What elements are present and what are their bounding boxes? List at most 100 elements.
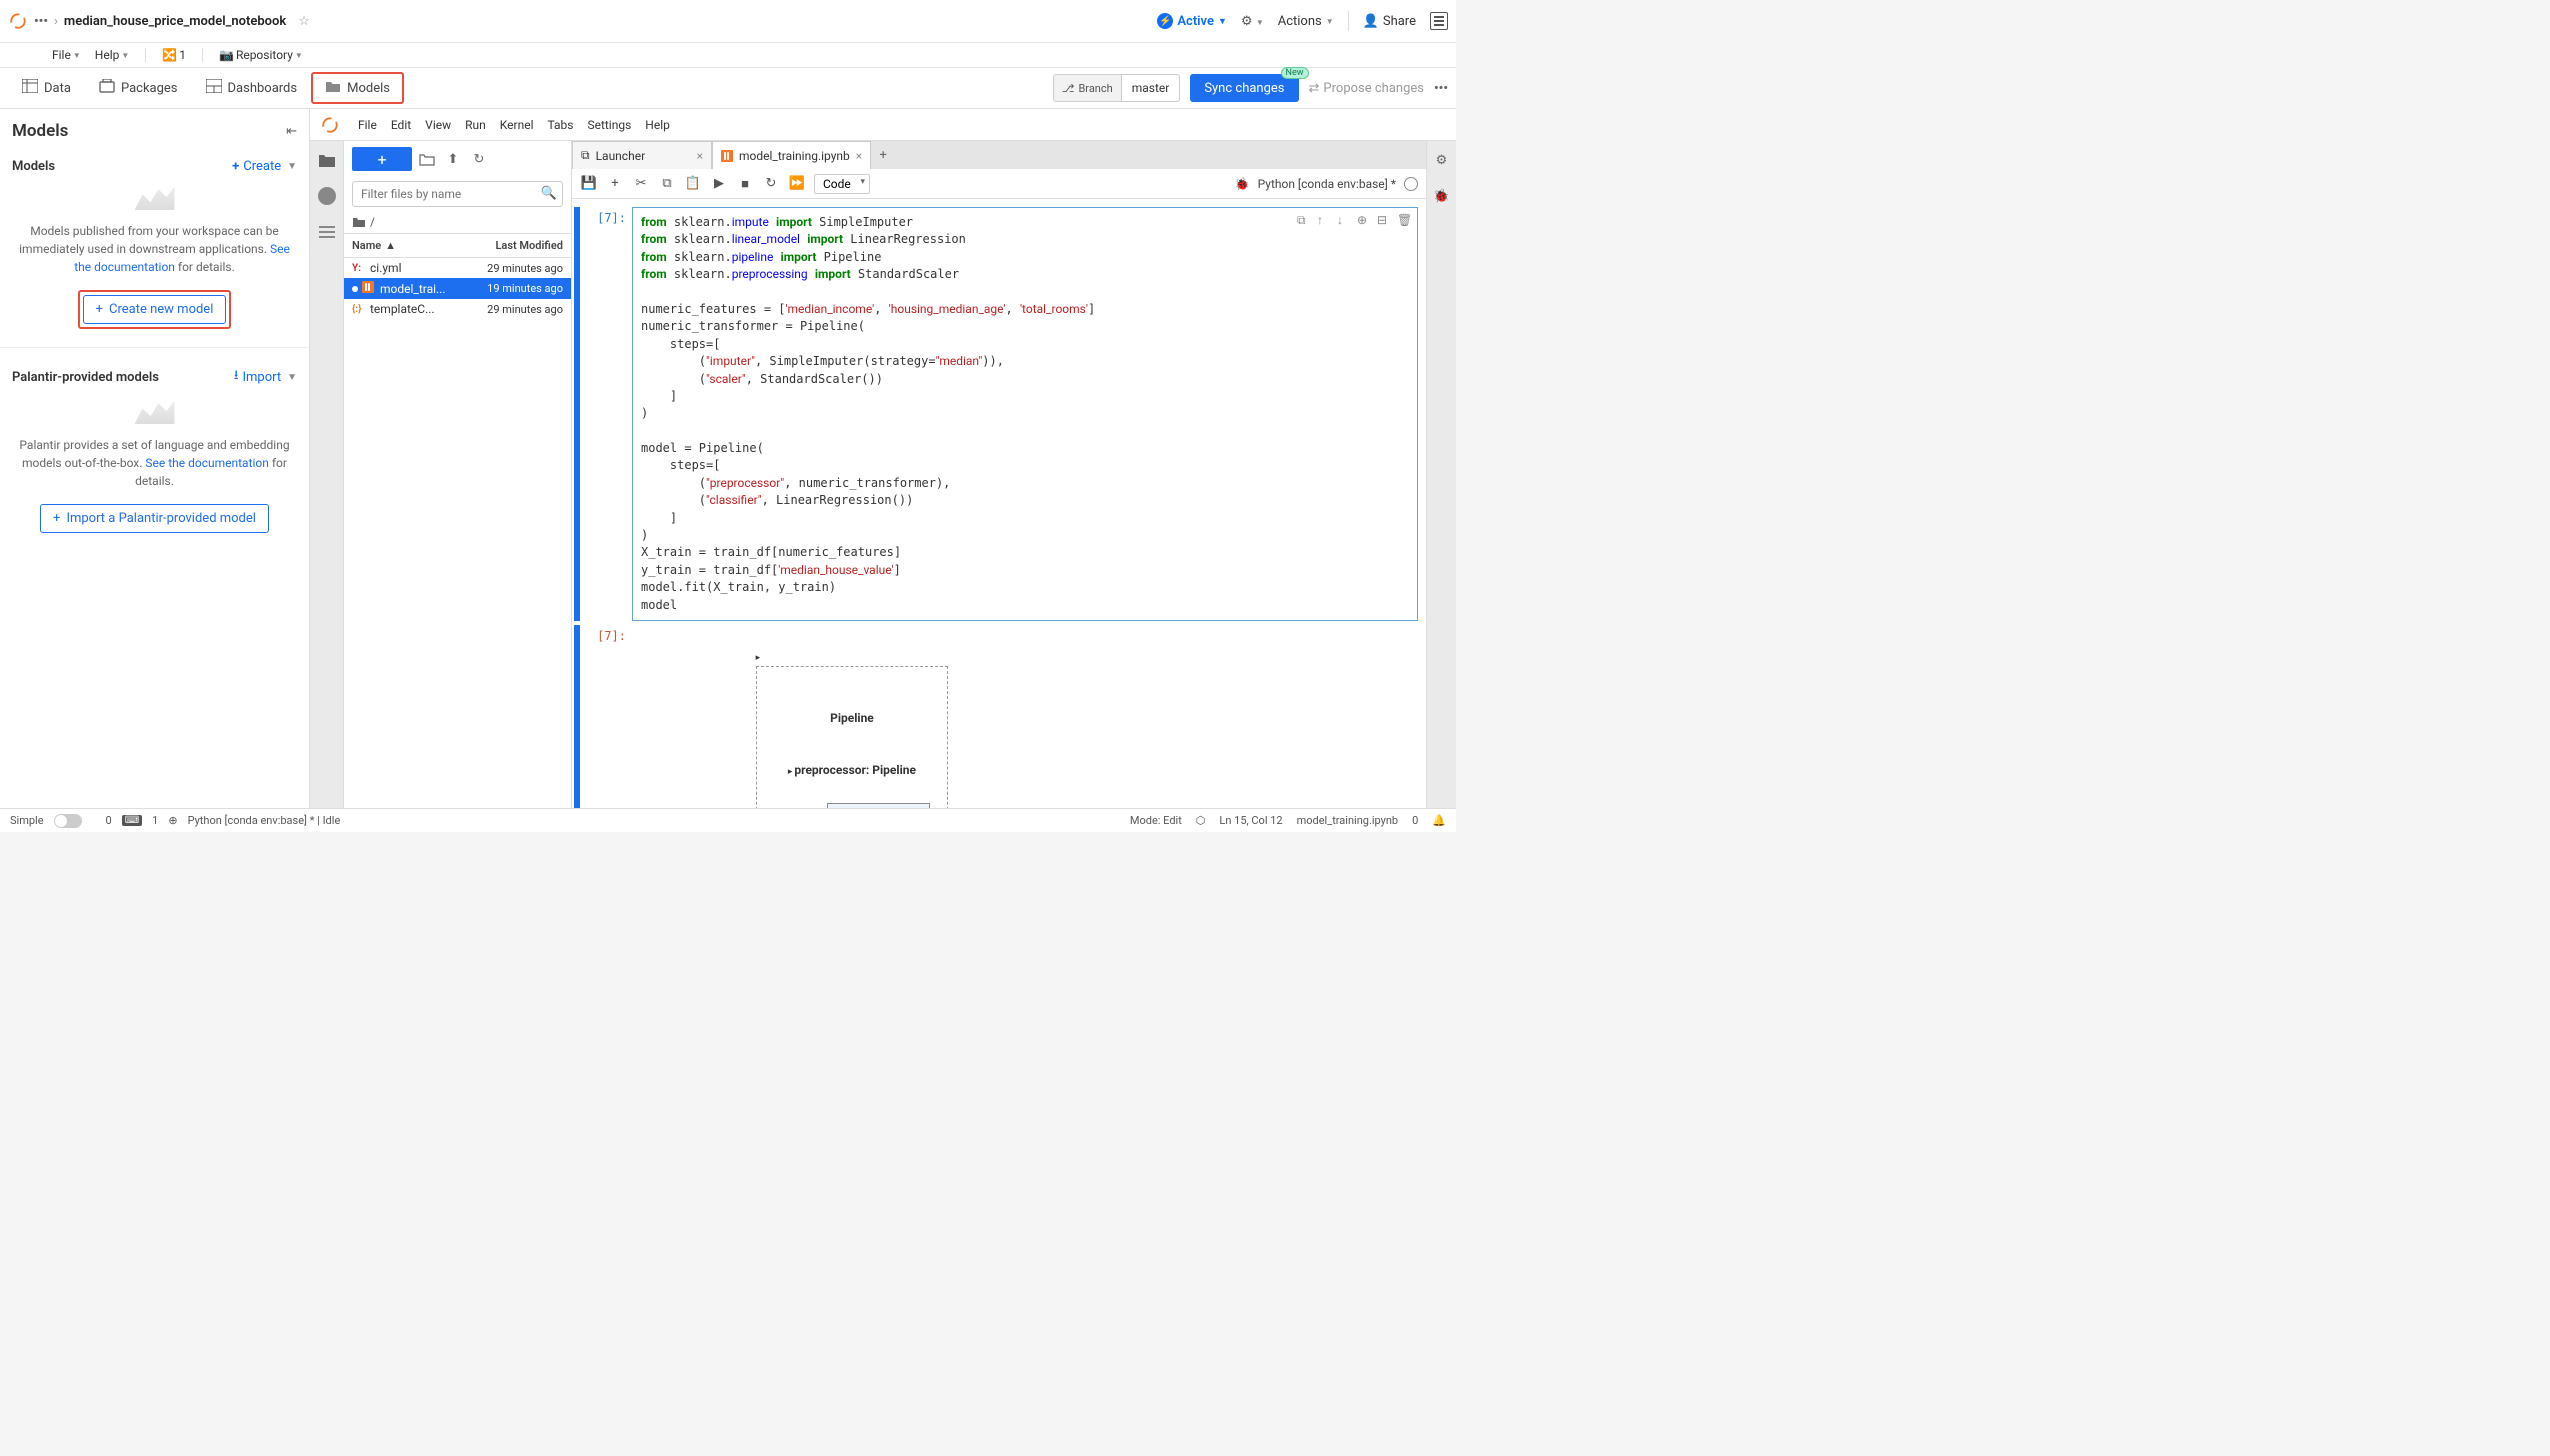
jl-menu-kernel[interactable]: Kernel [500, 118, 534, 132]
jl-menu-settings[interactable]: Settings [587, 118, 631, 132]
insert-below-icon[interactable]: ⊟ [1377, 212, 1391, 226]
propose-changes-link[interactable]: ⇄ Propose changes [1309, 81, 1424, 96]
breadcrumb-path[interactable]: / [344, 211, 571, 233]
refresh-icon[interactable]: ↻ [468, 148, 490, 170]
branch-icon: ⎇ [1062, 82, 1075, 95]
file-row-ci[interactable]: Y: ci.yml 29 minutes ago [344, 258, 571, 278]
sync-changes-button[interactable]: Sync changes New [1190, 74, 1298, 102]
jl-menu-tabs[interactable]: Tabs [547, 118, 573, 132]
download-icon: ⭳ [234, 366, 239, 388]
cell-out-prompt: [7]: [582, 625, 632, 808]
new-launcher-button[interactable]: + [352, 147, 412, 171]
breadcrumb-title[interactable]: median_house_price_model_notebook [64, 14, 286, 29]
copy-icon[interactable]: ⧉ [658, 175, 676, 193]
gear-icon[interactable]: ⚙ ▼ [1241, 14, 1264, 29]
kernel-name[interactable]: Python [conda env:base] * [1258, 177, 1396, 191]
close-icon[interactable]: × [697, 149, 703, 163]
expand-caret-icon[interactable]: ▸ [756, 653, 761, 663]
share-button[interactable]: 👤 Share [1363, 14, 1416, 29]
debug-rail-icon[interactable]: 🐞 [1431, 185, 1453, 207]
run-all-icon[interactable]: ⏩ [788, 175, 806, 193]
expand-caret-icon[interactable]: ▸ [788, 767, 793, 777]
add-tab-button[interactable]: + [871, 141, 895, 169]
jl-menu-edit[interactable]: Edit [391, 118, 411, 132]
toc-rail-icon[interactable] [316, 221, 338, 243]
move-down-icon[interactable]: ↓ [1337, 212, 1351, 226]
jl-menu-run[interactable]: Run [465, 118, 486, 132]
tab-dashboards[interactable]: Dashboards [192, 68, 312, 108]
create-new-model-button[interactable]: +Create new model [83, 295, 227, 324]
menu-list-icon[interactable] [1430, 12, 1448, 30]
cut-icon[interactable]: ✂ [632, 175, 650, 193]
notification-bell-icon[interactable]: 🔔 [1432, 814, 1446, 827]
unsaved-dot-icon [352, 286, 358, 292]
folder-rail-icon[interactable] [316, 149, 338, 171]
run-icon[interactable]: ▶ [710, 175, 728, 193]
status-icon[interactable]: ⊕ [168, 814, 177, 827]
restart-icon[interactable]: ↻ [762, 175, 780, 193]
import-palantir-model-button[interactable]: +Import a Palantir-provided model [40, 504, 269, 533]
tab-launcher[interactable]: ⧉ Launcher × [572, 141, 712, 169]
jl-menu-help[interactable]: Help [645, 118, 670, 132]
close-icon[interactable]: × [856, 149, 862, 163]
trust-icon[interactable]: ⬡ [1196, 814, 1206, 827]
highlighted-create-button: +Create new model [78, 290, 232, 329]
tab-notebook[interactable]: model_training.ipynb × [712, 141, 871, 169]
col-modified-header[interactable]: Last Modified [465, 234, 571, 257]
duplicate-icon[interactable]: ⧉ [1297, 212, 1311, 226]
chevron-down-icon: ▼ [73, 51, 81, 60]
stop-icon[interactable]: ■ [736, 175, 754, 193]
running-rail-icon[interactable] [316, 185, 338, 207]
favorite-star-icon[interactable]: ☆ [298, 14, 310, 29]
create-link[interactable]: +Create [232, 159, 281, 174]
col-name-header[interactable]: Name ▲ [344, 234, 465, 257]
chevron-down-icon[interactable]: ▼ [287, 372, 297, 383]
kernel-status-text[interactable]: Python [conda env:base] * | Idle [188, 814, 341, 827]
line-col[interactable]: Ln 15, Col 12 [1219, 814, 1282, 827]
file-row-template[interactable]: {:} templateC... 29 minutes ago [344, 299, 571, 319]
collapse-sidebar-icon[interactable]: ⇤ [286, 124, 297, 139]
help-menu[interactable]: Help▼ [95, 48, 130, 62]
upload-icon[interactable]: ⬆ [442, 148, 464, 170]
tab-models[interactable]: Models [311, 72, 404, 104]
chevron-down-icon[interactable]: ▼ [287, 161, 297, 172]
editor-mode[interactable]: Mode: Edit [1130, 814, 1182, 827]
kernel-status-icon[interactable] [1404, 177, 1418, 191]
code-cell-input[interactable]: ⧉↑↓⊕⊟🗑from sklearn.impute import SimpleI… [632, 207, 1418, 621]
resource-count[interactable]: 🔀1 [162, 48, 186, 62]
save-icon[interactable]: 💾 [580, 175, 598, 193]
tab-data[interactable]: Data [8, 68, 85, 108]
breadcrumb-ellipsis[interactable]: ••• [34, 14, 48, 29]
error-count[interactable]: 0 [106, 814, 112, 827]
status-active-dropdown[interactable]: ⚡ Active ▼ [1157, 13, 1227, 29]
tab-packages[interactable]: Packages [85, 68, 192, 108]
move-up-icon[interactable]: ↑ [1317, 212, 1331, 226]
paste-icon[interactable]: 📋 [684, 175, 702, 193]
simple-mode-toggle[interactable] [54, 814, 82, 828]
cell-type-select[interactable]: Code [814, 174, 870, 194]
file-filter-input[interactable] [352, 181, 563, 207]
pipeline-title: Pipeline [767, 710, 938, 727]
more-dots-icon[interactable]: ••• [1434, 81, 1448, 96]
new-folder-icon[interactable] [416, 148, 438, 170]
file-menu[interactable]: File▼ [52, 48, 81, 62]
import-link[interactable]: ⭳Import [234, 366, 281, 388]
table-icon [22, 79, 38, 97]
terminals-badge[interactable]: ⌨ [122, 815, 142, 826]
documentation-link[interactable]: See the documentation [145, 456, 269, 470]
lightning-icon: ⚡ [1157, 13, 1173, 29]
file-row-model-training[interactable]: model_trai... 19 minutes ago [344, 278, 571, 299]
insert-above-icon[interactable]: ⊕ [1357, 212, 1371, 226]
jl-menu-file[interactable]: File [358, 118, 377, 132]
property-inspector-icon[interactable]: ⚙ [1431, 149, 1453, 171]
delete-cell-icon[interactable]: 🗑 [1397, 212, 1411, 226]
add-cell-icon[interactable]: + [606, 175, 624, 193]
bug-icon[interactable]: 🐞 [1235, 177, 1250, 191]
actions-menu[interactable]: Actions ▼ [1278, 14, 1334, 29]
branch-selector[interactable]: ⎇Branch master [1053, 74, 1181, 102]
pipeline-step[interactable]: ▸SimpleImputer [827, 803, 930, 809]
repository-menu[interactable]: 📷Repository▼ [219, 48, 303, 62]
tree-icon: 🔀 [162, 48, 177, 62]
search-icon: 🔍 [541, 186, 557, 201]
jl-menu-view[interactable]: View [425, 118, 451, 132]
